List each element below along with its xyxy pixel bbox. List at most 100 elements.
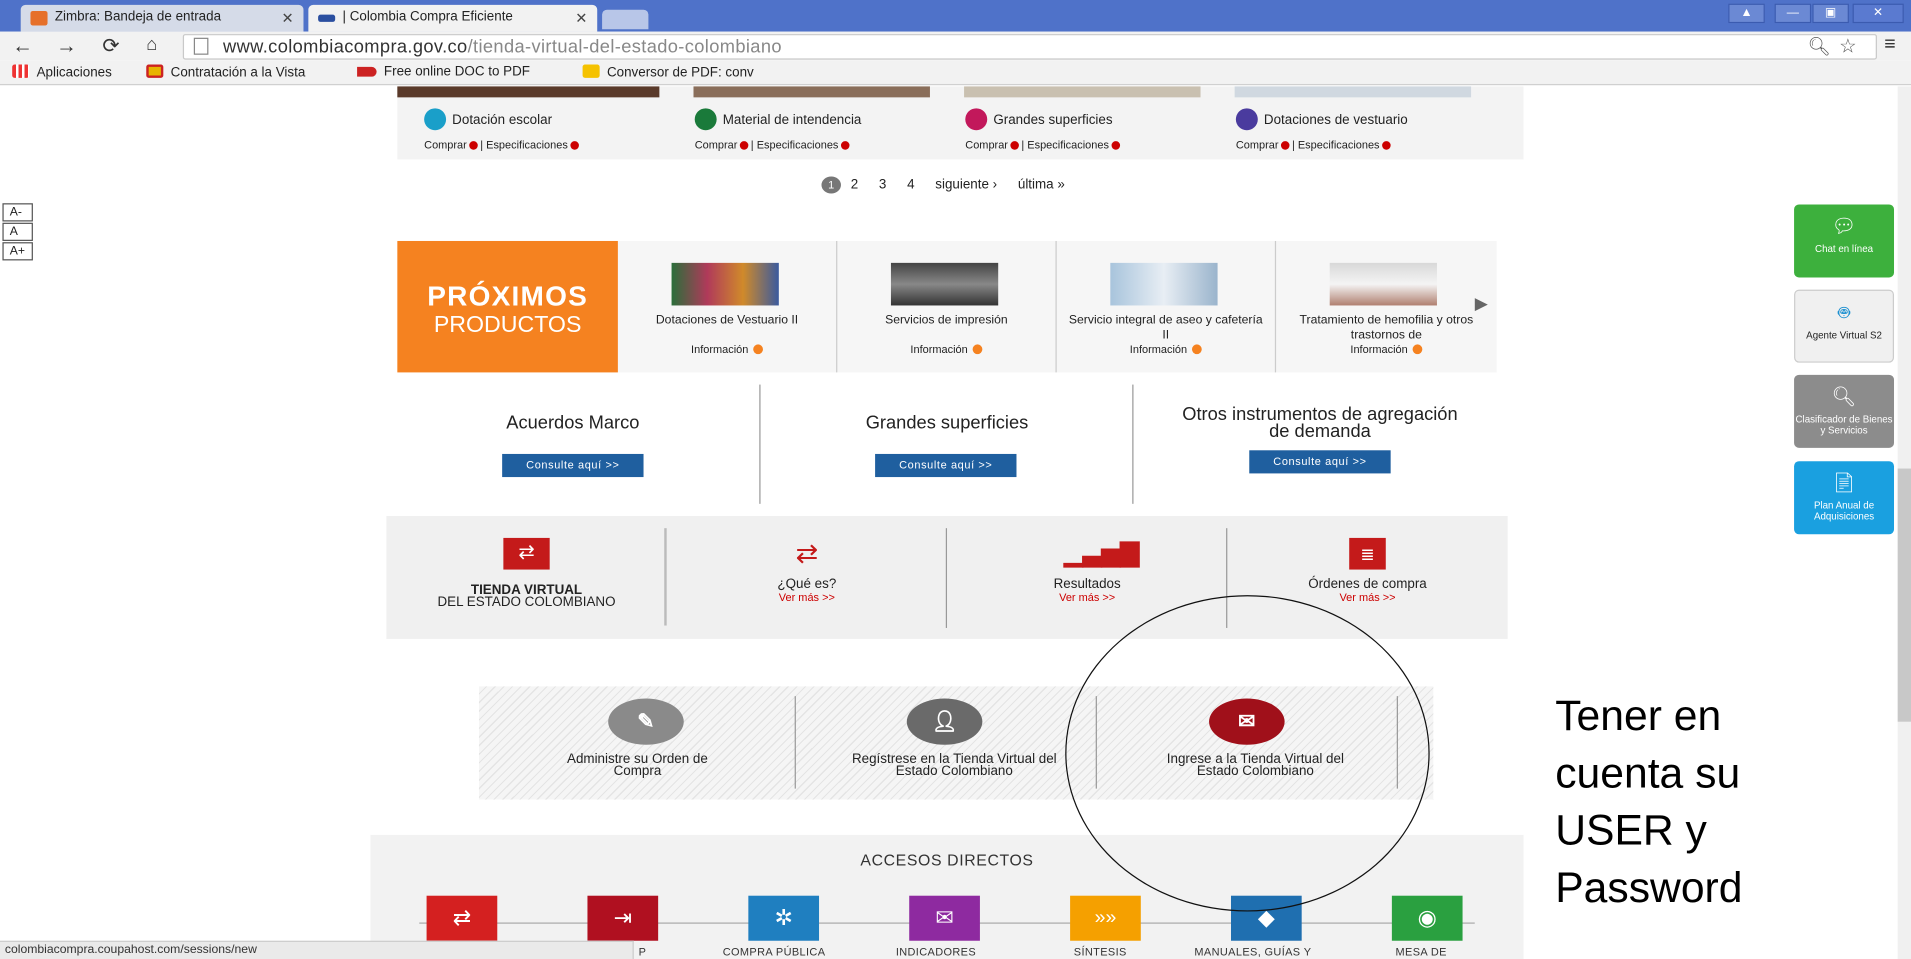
page-current[interactable]: 1 xyxy=(821,176,841,194)
product-image[interactable] xyxy=(693,86,930,98)
window-close-icon[interactable]: ✕ xyxy=(1852,3,1904,24)
next-page-link[interactable]: siguiente › xyxy=(935,178,997,193)
page-link[interactable]: 4 xyxy=(907,178,914,193)
bookmark-doc-to-pdf[interactable]: Free online DOC to PDF xyxy=(357,65,530,79)
product-links: Comprar | Especificaciones xyxy=(965,139,1122,151)
back-icon[interactable]: ← xyxy=(12,34,33,58)
chat-widget[interactable]: 💬︎ Chat en línea xyxy=(1794,204,1895,278)
consulte-grandes-button[interactable]: Consulte aquí >> xyxy=(875,453,1017,478)
info-link[interactable]: Información xyxy=(1057,343,1275,355)
administre-orden-action[interactable]: ✎ Administre su Orden de Compra xyxy=(479,686,796,799)
bookmark-star-icon[interactable]: ☆ xyxy=(1839,34,1856,58)
shortcut-compra-publica-icon[interactable]: ✲ xyxy=(748,895,820,941)
tab-colombia-compra[interactable]: | Colombia Compra Eficiente ✕ xyxy=(308,4,598,32)
bullet-icon xyxy=(972,344,983,355)
agente-virtual-widget[interactable]: 🤖︎ Agente Virtual S2 xyxy=(1794,289,1895,363)
last-page-link[interactable]: última » xyxy=(1018,178,1065,193)
shortcut-tienda-icon[interactable]: ⇄ xyxy=(426,895,498,941)
buy-link[interactable]: Comprar xyxy=(424,139,467,151)
reload-icon[interactable]: ⟳ xyxy=(102,34,119,58)
specs-link[interactable]: | Especificaciones xyxy=(1021,139,1109,151)
bullet-icon xyxy=(1381,141,1391,150)
specs-link[interactable]: | Especificaciones xyxy=(751,139,839,151)
url-text: www.colombiacompra.gov.co/tienda-virtual… xyxy=(223,37,782,58)
specs-link[interactable]: | Especificaciones xyxy=(1292,139,1380,151)
specs-link[interactable]: | Especificaciones xyxy=(480,139,568,151)
info-link[interactable]: Información xyxy=(618,343,836,355)
product-image[interactable] xyxy=(1234,86,1472,98)
bottle-icon xyxy=(694,108,717,131)
bookmark-apps[interactable]: Aplicaciones xyxy=(12,64,112,80)
conversor-icon xyxy=(582,64,600,78)
maximize-icon[interactable]: ▣ xyxy=(1812,3,1849,24)
ver-mas-link[interactable]: Ver más >> xyxy=(947,591,1227,603)
consulte-otros-button[interactable]: Consulte aquí >> xyxy=(1249,450,1391,474)
browser-window: Zimbra: Bandeja de entrada ✕ | Colombia … xyxy=(0,0,1911,959)
product-image[interactable] xyxy=(964,86,1201,98)
font-increase-button[interactable]: A+ xyxy=(2,242,33,261)
upcoming-product-card[interactable]: Dotaciones de Vestuario II Información xyxy=(618,240,838,373)
menu-icon[interactable]: ≡ xyxy=(1884,34,1895,56)
bullet-icon xyxy=(739,141,749,150)
zoom-icon[interactable]: 🔍︎ xyxy=(1807,35,1830,58)
upcoming-product-card[interactable]: Servicio integral de aseo y cafetería II… xyxy=(1057,240,1277,373)
tienda-virtual-block[interactable]: ⇄ TIENDA VIRTUAL DEL ESTADO COLOMBIANO xyxy=(386,516,666,639)
buy-link[interactable]: Comprar xyxy=(1236,139,1279,151)
otros-instrumentos-block: Otros instrumentos de agregación de dema… xyxy=(1133,385,1506,504)
forward-icon[interactable]: → xyxy=(56,34,77,58)
info-link[interactable]: Información xyxy=(837,343,1055,355)
consulte-acuerdos-button[interactable]: Consulte aquí >> xyxy=(502,453,644,478)
url-path: /tienda-virtual-del-estado-colombiano xyxy=(467,36,782,58)
shortcut-sintesis-icon[interactable]: »» xyxy=(1070,895,1141,941)
proximos-productos-banner: PRÓXIMOS PRODUCTOS xyxy=(397,240,618,373)
shortcut-indicadores-icon[interactable]: ✉ xyxy=(909,895,980,941)
clasificador-widget[interactable]: 🔍︎ Clasificador de Bienes y Servicios xyxy=(1794,374,1895,448)
tab-zimbra[interactable]: Zimbra: Bandeja de entrada ✕ xyxy=(20,4,304,32)
page-link[interactable]: 3 xyxy=(879,178,886,193)
shortcut-mesa-icon[interactable]: ◉ xyxy=(1391,895,1463,941)
new-tab-button[interactable] xyxy=(602,9,649,30)
bullet-icon xyxy=(1280,141,1290,150)
close-tab-icon[interactable]: ✕ xyxy=(281,10,293,27)
plan-anual-widget[interactable]: 📄︎ Plan Anual de Adquisiciones xyxy=(1794,461,1895,535)
upcoming-product-name: Dotaciones de Vestuario II xyxy=(655,313,799,328)
user-icon[interactable]: ▲ xyxy=(1728,3,1765,24)
productos-title: PRODUCTOS xyxy=(433,312,582,339)
info-label: Información xyxy=(1129,343,1188,356)
product-thumbnail xyxy=(1110,262,1218,306)
shortcut-login-icon[interactable]: ⇥ xyxy=(587,895,659,941)
que-es-block[interactable]: ⇄ ¿Qué es? Ver más >> xyxy=(667,516,947,639)
bookmark-contratacion[interactable]: Contratación a la Vista xyxy=(146,64,305,80)
ver-mas-link[interactable]: Ver más >> xyxy=(667,591,947,603)
font-decrease-button[interactable]: A- xyxy=(2,203,33,222)
font-reset-button[interactable]: A xyxy=(2,222,33,241)
acuerdos-title: Acuerdos Marco xyxy=(506,412,640,434)
buy-link[interactable]: Comprar xyxy=(965,139,1008,151)
acuerdos-marco-block: Acuerdos Marco Consulte aquí >> xyxy=(386,385,759,504)
minimize-icon[interactable]: — xyxy=(1774,3,1812,24)
close-tab-icon[interactable]: ✕ xyxy=(575,10,587,27)
bullet-icon xyxy=(1192,344,1202,355)
font-size-controls: A- A A+ xyxy=(2,203,33,261)
clipboard-icon: ≣ xyxy=(1349,537,1386,570)
address-bar[interactable]: www.colombiacompra.gov.co/tienda-virtual… xyxy=(182,34,1877,60)
buy-link[interactable]: Comprar xyxy=(695,139,738,151)
scrollbar-thumb[interactable] xyxy=(1897,468,1911,722)
product-links: Comprar | Especificaciones xyxy=(424,139,581,151)
product-material-intendencia[interactable]: Material de intendencia xyxy=(694,108,861,131)
robot-icon: 🤖︎ xyxy=(1838,303,1850,324)
apps-grid-icon xyxy=(12,64,30,78)
product-dotacion-escolar[interactable]: Dotación escolar xyxy=(424,108,552,131)
page-link[interactable]: 2 xyxy=(851,178,858,193)
info-link[interactable]: Información xyxy=(1276,343,1497,355)
home-icon[interactable]: ⌂ xyxy=(146,34,157,55)
contratacion-icon xyxy=(146,64,164,78)
upcoming-product-card[interactable]: Tratamiento de hemofilia y otros trastor… xyxy=(1276,241,1497,372)
doc-to-pdf-icon xyxy=(357,66,377,77)
product-image[interactable] xyxy=(397,86,660,98)
bookmark-conversor[interactable]: Conversor de PDF: conv xyxy=(582,64,754,80)
product-dotaciones-vestuario[interactable]: Dotaciones de vestuario xyxy=(1235,108,1408,131)
upcoming-product-card[interactable]: Servicios de impresión Información xyxy=(837,240,1057,373)
carousel-next-icon[interactable]: ▶ xyxy=(1475,293,1488,314)
product-grandes-superficies[interactable]: Grandes superficies xyxy=(965,108,1113,131)
